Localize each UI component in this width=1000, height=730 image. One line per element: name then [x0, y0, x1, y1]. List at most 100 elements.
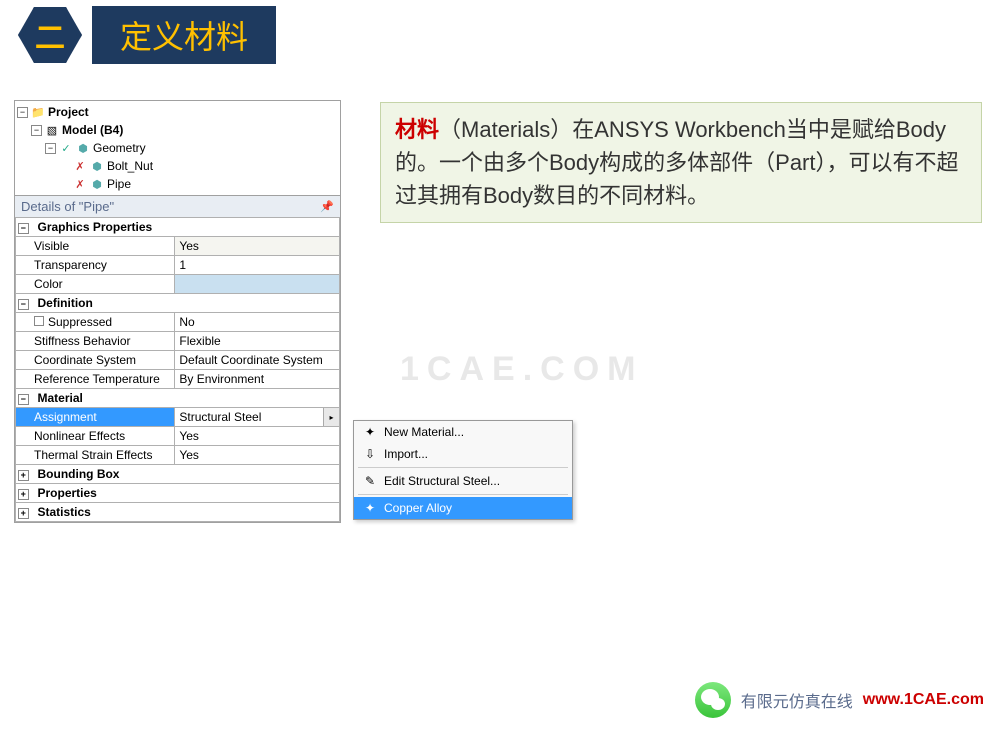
- prop-value[interactable]: No: [175, 313, 340, 332]
- group-properties[interactable]: + Properties: [16, 484, 340, 503]
- group-material[interactable]: − Material: [16, 389, 340, 408]
- suppressed-icon: ✗: [73, 177, 87, 191]
- menu-import[interactable]: ⇩ Import...: [354, 443, 572, 465]
- checkbox-icon[interactable]: [34, 316, 44, 326]
- menu-separator: [358, 467, 568, 468]
- group-bounding-box[interactable]: + Bounding Box: [16, 465, 340, 484]
- expander-icon[interactable]: −: [17, 107, 28, 118]
- prop-row-assignment[interactable]: Assignment Structural Steel▸: [16, 408, 340, 427]
- prop-key: Transparency: [16, 256, 175, 275]
- prop-key: Suppressed: [16, 313, 175, 332]
- prop-key: Visible: [16, 237, 175, 256]
- prop-value[interactable]: Yes: [175, 446, 340, 465]
- watermark: 1CAE.COM: [400, 350, 643, 389]
- info-callout: 材料（Materials）在ANSYS Workbench当中是赋给Body的。…: [380, 102, 982, 223]
- footer-text-cn: 有限元仿真在线: [741, 688, 853, 712]
- prop-key: Reference Temperature: [16, 370, 175, 389]
- menu-label: Import...: [384, 447, 428, 461]
- collapse-icon[interactable]: −: [18, 299, 29, 310]
- tree-label: Pipe: [107, 177, 131, 191]
- expander-icon[interactable]: −: [45, 143, 56, 154]
- tree-node-model[interactable]: − ▧ Model (B4): [29, 121, 340, 139]
- prop-value[interactable]: By Environment: [175, 370, 340, 389]
- tree-label: Geometry: [93, 141, 146, 155]
- material-dropdown[interactable]: Structural Steel▸: [175, 408, 340, 427]
- outline-panel: − 📁 Project − ▧ Model (B4) − ✓ ⬢ Geometr…: [14, 100, 341, 523]
- footer-url: www.1CAE.com: [863, 691, 984, 709]
- menu-separator: [358, 494, 568, 495]
- details-title-suffix: ": [109, 199, 114, 214]
- project-icon: 📁: [31, 105, 45, 119]
- prop-row[interactable]: Transparency1: [16, 256, 340, 275]
- body-icon: ⬢: [90, 159, 104, 173]
- tree-node-geometry[interactable]: − ✓ ⬢ Geometry: [43, 139, 340, 157]
- menu-label: Edit Structural Steel...: [384, 474, 500, 488]
- prop-key: Stiffness Behavior: [16, 332, 175, 351]
- group-label: Bounding Box: [34, 465, 340, 484]
- check-icon: ✓: [59, 141, 73, 155]
- details-table: − Graphics Properties VisibleYes Transpa…: [15, 217, 340, 522]
- prop-value[interactable]: Yes: [175, 237, 340, 256]
- prop-row[interactable]: Stiffness BehaviorFlexible: [16, 332, 340, 351]
- group-definition[interactable]: − Definition: [16, 294, 340, 313]
- prop-row[interactable]: SuppressedNo: [16, 313, 340, 332]
- collapse-icon[interactable]: −: [18, 223, 29, 234]
- slide-header: 二 定义材料: [0, 0, 1000, 70]
- material-context-menu[interactable]: ✦ New Material... ⇩ Import... ✎ Edit Str…: [353, 420, 573, 520]
- geometry-icon: ⬢: [76, 141, 90, 155]
- tree-node-body[interactable]: ✗ ⬢ Bolt_Nut: [57, 157, 340, 175]
- tree-node-body[interactable]: ✗ ⬢ Pipe: [57, 175, 340, 193]
- prop-value[interactable]: 1: [175, 256, 340, 275]
- prop-key: Assignment: [16, 408, 175, 427]
- menu-edit-material[interactable]: ✎ Edit Structural Steel...: [354, 470, 572, 492]
- prop-key: Nonlinear Effects: [16, 427, 175, 446]
- info-keyword: 材料: [395, 117, 439, 142]
- prop-value[interactable]: Default Coordinate System: [175, 351, 340, 370]
- body-icon: ⬢: [90, 177, 104, 191]
- prop-row[interactable]: Reference TemperatureBy Environment: [16, 370, 340, 389]
- tree-label: Model (B4): [62, 123, 123, 137]
- prop-row[interactable]: Color: [16, 275, 340, 294]
- collapse-icon[interactable]: −: [18, 394, 29, 405]
- group-label: Statistics: [34, 503, 340, 522]
- prop-row[interactable]: VisibleYes: [16, 237, 340, 256]
- prop-key: Coordinate System: [16, 351, 175, 370]
- slide-title: 定义材料: [92, 6, 276, 64]
- expand-icon[interactable]: +: [18, 489, 29, 500]
- details-title-prefix: Details of ": [21, 199, 83, 214]
- prop-row[interactable]: Thermal Strain EffectsYes: [16, 446, 340, 465]
- group-label: Graphics Properties: [34, 218, 340, 237]
- details-title-subject: Pipe: [83, 199, 109, 214]
- expand-icon[interactable]: +: [18, 508, 29, 519]
- group-label: Definition: [34, 294, 340, 313]
- group-graphics-properties[interactable]: − Graphics Properties: [16, 218, 340, 237]
- material-icon: ✦: [360, 501, 380, 515]
- model-icon: ▧: [45, 123, 59, 137]
- prop-value[interactable]: Yes: [175, 427, 340, 446]
- import-icon: ⇩: [360, 447, 380, 461]
- group-statistics[interactable]: + Statistics: [16, 503, 340, 522]
- prop-key: Thermal Strain Effects: [16, 446, 175, 465]
- tree-label: Project: [48, 105, 89, 119]
- prop-value[interactable]: Flexible: [175, 332, 340, 351]
- footer: 有限元仿真在线 www.1CAE.com: [695, 682, 984, 718]
- menu-label: Copper Alloy: [384, 501, 452, 515]
- expander-icon[interactable]: −: [31, 125, 42, 136]
- expand-icon[interactable]: +: [18, 470, 29, 481]
- details-panel-header: Details of "Pipe" 📌: [15, 195, 340, 217]
- group-label: Properties: [34, 484, 340, 503]
- prop-row[interactable]: Nonlinear EffectsYes: [16, 427, 340, 446]
- hexagon-number: 二: [35, 13, 65, 57]
- tree-label: Bolt_Nut: [107, 159, 153, 173]
- menu-copper-alloy[interactable]: ✦ Copper Alloy: [354, 497, 572, 519]
- menu-new-material[interactable]: ✦ New Material...: [354, 421, 572, 443]
- project-tree[interactable]: − 📁 Project − ▧ Model (B4) − ✓ ⬢ Geometr…: [15, 101, 340, 195]
- prop-value-color[interactable]: [175, 275, 340, 294]
- info-text: （Materials）在ANSYS Workbench当中是赋给Body的。一个…: [395, 117, 959, 208]
- chevron-right-icon[interactable]: ▸: [323, 408, 339, 426]
- prop-row[interactable]: Coordinate SystemDefault Coordinate Syst…: [16, 351, 340, 370]
- tree-node-project[interactable]: − 📁 Project: [15, 103, 340, 121]
- suppressed-icon: ✗: [73, 159, 87, 173]
- new-material-icon: ✦: [360, 425, 380, 439]
- pin-icon[interactable]: 📌: [320, 200, 334, 213]
